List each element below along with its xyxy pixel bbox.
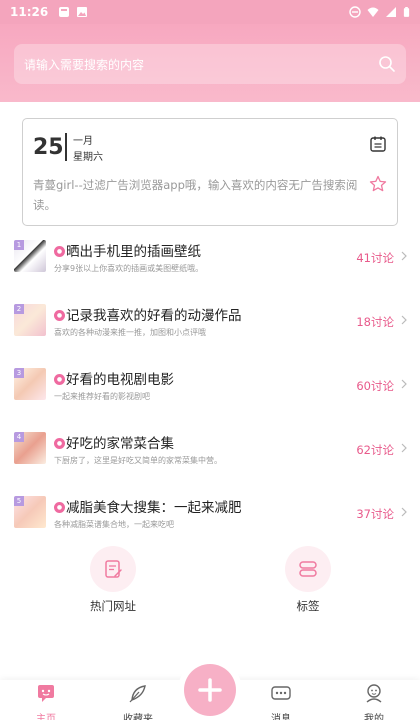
date-weekday: 星期六 [73, 152, 103, 163]
tags-icon-circle [285, 546, 331, 592]
topic-thumbnail: 3 [14, 368, 46, 400]
tab-mine-label: 我的 [364, 714, 384, 720]
topic-subtitle: 一起来推荐好看的影视剧吧 [54, 392, 150, 401]
tab-messages-label: 消息 [271, 714, 291, 720]
topic-rank: 3 [14, 368, 24, 378]
notification-icon [59, 7, 70, 17]
topic-title: 好吃的家常菜合集 [66, 436, 174, 452]
topic-rank: 5 [14, 496, 24, 506]
chat-bubble-icon [271, 686, 291, 700]
feather-icon [129, 685, 146, 703]
date-card-description: 青蔓girl--过滤广告浏览器app哦，输入喜欢的内容无广告搜索阅读。 [33, 178, 358, 212]
header: 请输入需要搜索的内容 [0, 24, 420, 102]
topic-rank: 4 [14, 432, 24, 442]
tab-messages[interactable]: 消息 [251, 680, 311, 720]
chevron-right-icon [401, 251, 407, 261]
topic-item[interactable]: 5 ● 减脂美食大搜集：一起来减肥 各种减脂菜谱集合地，一起来吃吧 37讨论 [0, 496, 420, 536]
search-icon[interactable] [378, 55, 396, 73]
topic-count: 37讨论 [356, 507, 394, 521]
date-divider [65, 133, 67, 161]
topic-item[interactable]: 4 ● 好吃的家常菜合集 下厨房了，这里是好吃又简单的家常菜集中营。 62讨论 [0, 432, 420, 472]
topic-subtitle: 各种减脂菜谱集合地，一起来吃吧 [54, 520, 174, 529]
topic-subtitle: 下厨房了，这里是好吃又简单的家常菜集中营。 [54, 456, 222, 465]
tab-favorites[interactable]: 收藏夹 [108, 680, 168, 720]
hot-badge-icon: ● [54, 502, 65, 513]
hot-badge-icon: ● [54, 246, 65, 257]
tags-button[interactable]: 标签 [268, 546, 348, 614]
calendar-icon[interactable] [369, 135, 387, 153]
plus-icon [198, 678, 222, 702]
chevron-right-icon [401, 507, 407, 517]
date-card: 25 一月 星期六 青蔓girl--过滤广告浏览器app哦，输入喜欢的内容无广告… [22, 118, 398, 226]
topic-rank: 1 [14, 240, 24, 250]
topic-thumbnail: 5 [14, 496, 46, 528]
tags-label: 标签 [296, 599, 320, 613]
chevron-right-icon [401, 315, 407, 325]
search-placeholder: 请输入需要搜索的内容 [24, 57, 145, 72]
wifi-icon [367, 7, 379, 17]
topic-thumbnail: 2 [14, 304, 46, 336]
do-not-disturb-icon [349, 6, 361, 18]
topic-thumbnail: 1 [14, 240, 46, 272]
star-icon[interactable] [369, 175, 387, 193]
status-time: 11:26 [10, 5, 49, 19]
topic-title: 记录我喜欢的好看的动漫作品 [66, 308, 242, 324]
topic-item[interactable]: 2 ● 记录我喜欢的好看的动漫作品 喜欢的各种动漫来推一推，加图和小点评哦 18… [0, 304, 420, 344]
topic-title: 好看的电视剧电影 [66, 372, 174, 388]
chevron-right-icon [401, 379, 407, 389]
hot-sites-icon-circle [90, 546, 136, 592]
tab-home-label: 主页 [36, 714, 56, 720]
tab-favorites-label: 收藏夹 [123, 714, 153, 720]
search-input[interactable]: 请输入需要搜索的内容 [14, 44, 406, 84]
topic-count: 41讨论 [356, 251, 394, 265]
topic-item[interactable]: 1 ● 晒出手机里的插画壁纸 分享9张以上你喜欢的插画或美图壁纸哦。 41讨论 [0, 240, 420, 280]
profile-icon [366, 684, 382, 703]
image-icon [77, 7, 88, 17]
date-day: 25 [33, 135, 64, 160]
topic-count: 18讨论 [356, 315, 394, 329]
hot-badge-icon: ● [54, 374, 65, 385]
hot-sites-label: 热门网址 [90, 599, 136, 613]
topic-title: 晒出手机里的插画壁纸 [66, 244, 201, 260]
tab-mine[interactable]: 我的 [344, 680, 404, 720]
topic-count: 62讨论 [356, 443, 394, 457]
battery-icon [403, 7, 410, 17]
signal-icon [386, 7, 396, 17]
tab-home[interactable]: 主页 [16, 680, 76, 720]
topic-subtitle: 喜欢的各种动漫来推一推，加图和小点评哦 [54, 328, 206, 337]
hot-badge-icon: ● [54, 310, 65, 321]
status-bar: 11:26 [0, 0, 420, 24]
topic-title: 减脂美食大搜集：一起来减肥 [66, 500, 242, 516]
topic-rank: 2 [14, 304, 24, 314]
topic-subtitle: 分享9张以上你喜欢的插画或美图壁纸哦。 [54, 264, 204, 273]
document-edit-icon [105, 560, 122, 578]
topic-item[interactable]: 3 ● 好看的电视剧电影 一起来推荐好看的影视剧吧 60讨论 [0, 368, 420, 408]
add-button[interactable] [184, 664, 236, 716]
topic-count: 60讨论 [356, 379, 394, 393]
topic-thumbnail: 4 [14, 432, 46, 464]
home-icon [38, 685, 54, 702]
hot-sites-button[interactable]: 热门网址 [73, 546, 153, 614]
hot-badge-icon: ● [54, 438, 65, 449]
date-month: 一月 [73, 136, 93, 147]
chevron-right-icon [401, 443, 407, 453]
tag-list-icon [299, 561, 317, 577]
